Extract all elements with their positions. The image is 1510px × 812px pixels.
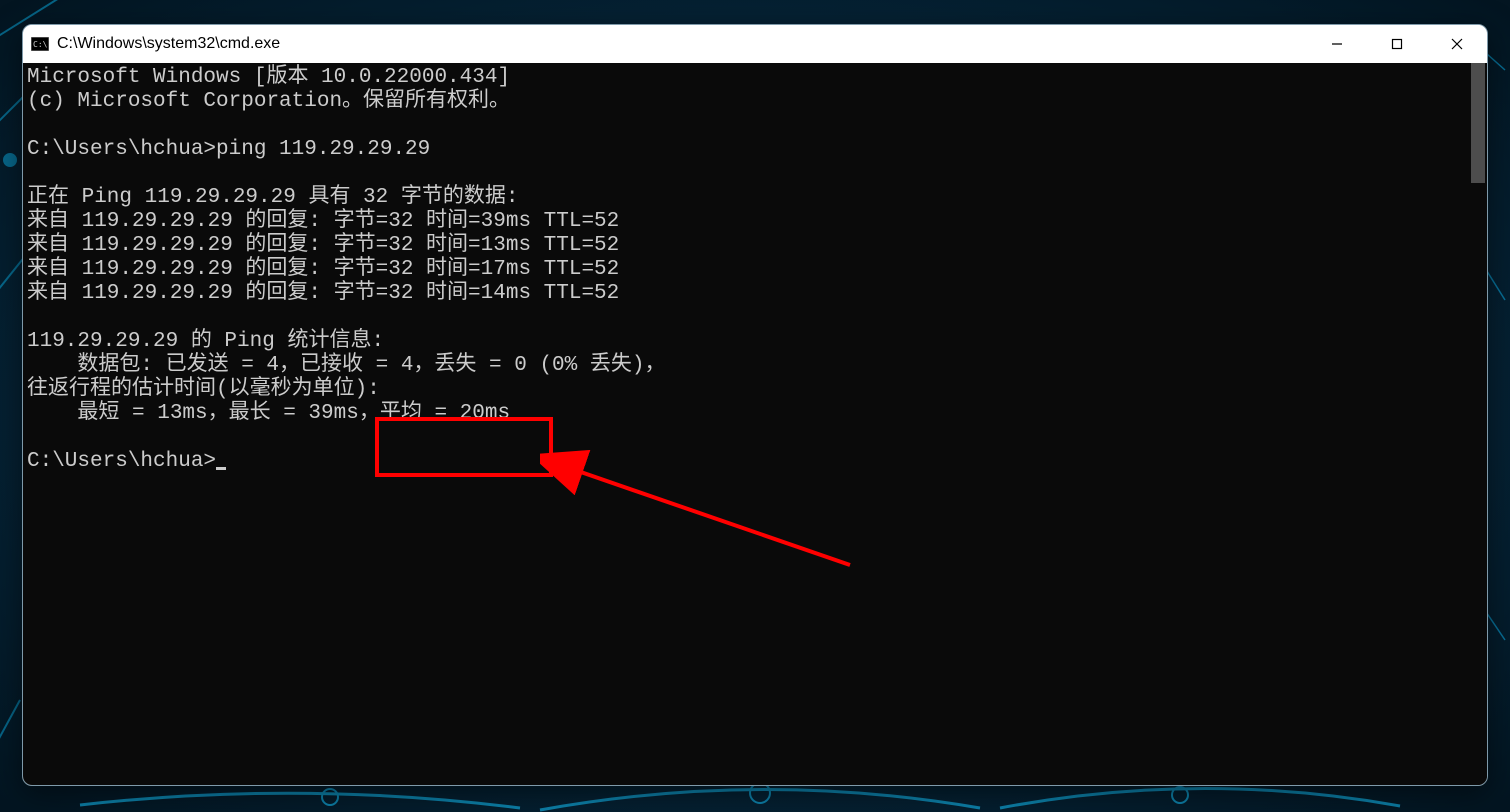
minimize-button[interactable] [1307, 25, 1367, 63]
vertical-scrollbar[interactable] [1469, 63, 1487, 785]
output-line: 最短 = 13ms，最长 = 39ms，平均 = 20ms [27, 402, 510, 425]
output-line: 数据包: 已发送 = 4，已接收 = 4，丢失 = 0 (0% 丢失)， [27, 354, 665, 377]
close-button[interactable] [1427, 25, 1487, 63]
scrollbar-thumb[interactable] [1471, 63, 1485, 183]
command-line: C:\Users\hchua>ping 119.29.29.29 [27, 138, 430, 161]
output-line: (c) Microsoft Corporation。保留所有权利。 [27, 90, 510, 113]
output-line: Microsoft Windows [版本 10.0.22000.434] [27, 66, 510, 89]
maximize-button[interactable] [1367, 25, 1427, 63]
output-line: 来自 119.29.29.29 的回复: 字节=32 时间=14ms TTL=5… [27, 282, 619, 305]
window-title: C:\Windows\system32\cmd.exe [57, 25, 280, 63]
titlebar[interactable]: C:\ C:\Windows\system32\cmd.exe [23, 25, 1487, 63]
output-line: 来自 119.29.29.29 的回复: 字节=32 时间=17ms TTL=5… [27, 258, 619, 281]
output-line: 来自 119.29.29.29 的回复: 字节=32 时间=39ms TTL=5… [27, 210, 619, 233]
output-line: 119.29.29.29 的 Ping 统计信息: [27, 330, 384, 353]
cmd-icon: C:\ [31, 37, 49, 51]
output-line: 往返行程的估计时间(以毫秒为单位): [27, 378, 380, 401]
svg-text:C:\: C:\ [33, 40, 48, 49]
output-line: 来自 119.29.29.29 的回复: 字节=32 时间=13ms TTL=5… [27, 234, 619, 257]
output-line: 正在 Ping 119.29.29.29 具有 32 字节的数据: [27, 186, 518, 209]
cmd-window: C:\ C:\Windows\system32\cmd.exe Microsof… [22, 24, 1488, 786]
console-output[interactable]: Microsoft Windows [版本 10.0.22000.434] (c… [23, 63, 1469, 785]
prompt-line: C:\Users\hchua> [27, 450, 216, 473]
window-controls [1307, 25, 1487, 63]
cursor [216, 467, 226, 470]
